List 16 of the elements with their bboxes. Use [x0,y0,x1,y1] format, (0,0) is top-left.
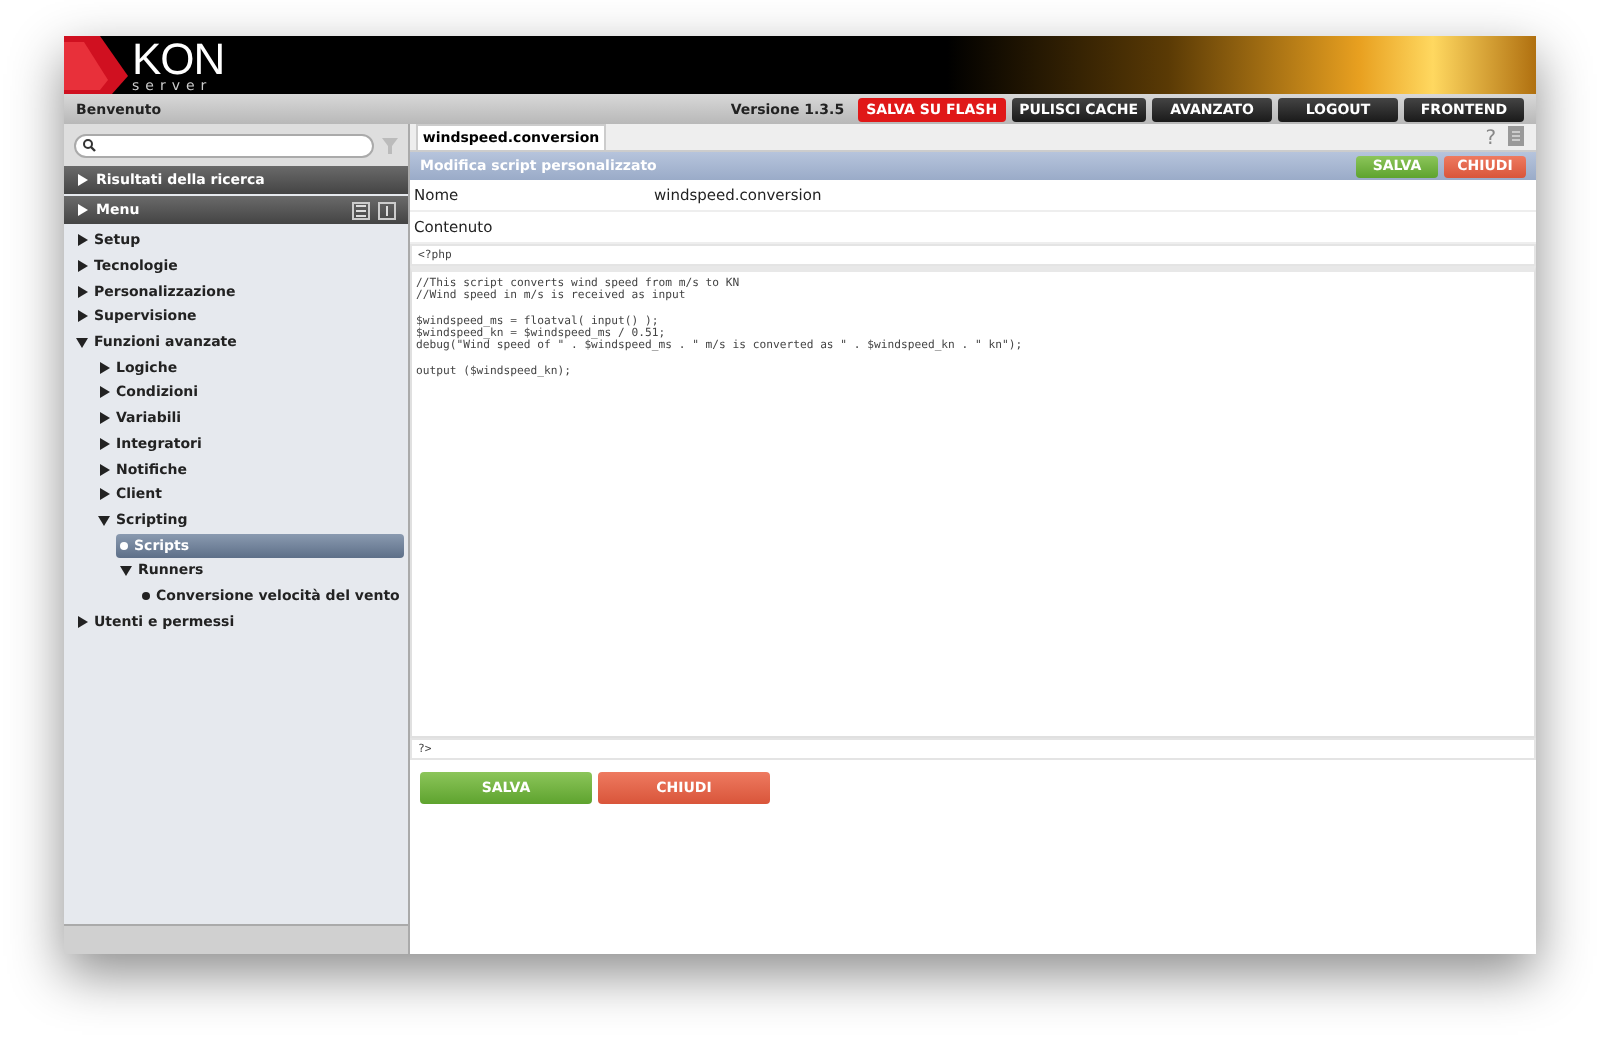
filter-icon[interactable] [382,137,398,153]
bullet-icon [120,541,128,550]
expand-all-icon[interactable] [352,201,370,219]
document-icon[interactable] [1508,126,1524,146]
collapsed-arrow-icon [76,204,88,216]
search-icon [82,138,96,152]
expanded-arrow-icon [76,336,88,349]
collapse-all-icon[interactable] [378,201,396,219]
expanded-arrow-icon [98,513,110,526]
collapsed-arrow-icon [76,174,88,186]
collapsed-arrow-icon [76,615,88,628]
expanded-arrow-icon [120,564,132,577]
search-field[interactable] [74,133,374,157]
bullet-icon [142,591,150,600]
logo-icon [64,36,128,94]
logo-text: KON [132,37,225,81]
